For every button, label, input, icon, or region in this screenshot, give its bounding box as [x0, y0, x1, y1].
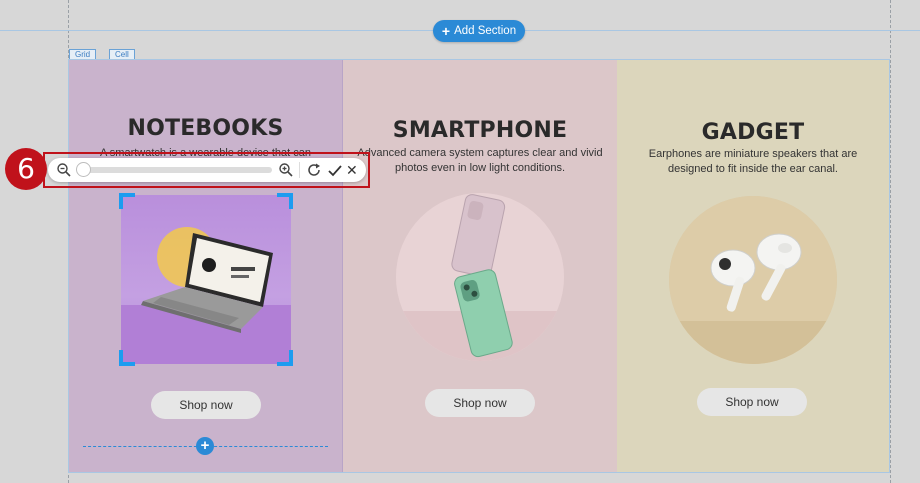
guide-right	[890, 0, 891, 483]
column-gadget[interactable]: GADGET Earphones are miniature speakers …	[617, 60, 889, 472]
description-smartphone: Advanced camera system captures clear an…	[357, 147, 603, 174]
annotation-highlight	[43, 152, 370, 188]
earphones-image[interactable]	[669, 196, 837, 364]
heading-smartphone: SMARTPHONE	[392, 118, 568, 143]
crop-handle-bottom-right[interactable]	[277, 350, 293, 366]
smartphone-image[interactable]	[396, 193, 564, 361]
shop-now-button-smartphone[interactable]: Shop now	[425, 389, 535, 417]
add-row-button[interactable]: +	[196, 437, 214, 455]
step-number-badge: 6	[5, 148, 47, 190]
crop-handle-bottom-left[interactable]	[119, 350, 135, 366]
add-section-button[interactable]: + Add Section	[433, 20, 525, 42]
earphones-illustration	[669, 196, 837, 364]
shop-now-button-gadget[interactable]: Shop now	[697, 388, 807, 416]
heading-notebooks: NOTEBOOKS	[127, 116, 284, 141]
heading-gadget: GADGET	[701, 120, 805, 145]
product-section[interactable]: NOTEBOOKS A smartwatch is a wearable dev…	[68, 59, 890, 473]
column-notebooks[interactable]: NOTEBOOKS A smartwatch is a wearable dev…	[69, 60, 343, 472]
description-gadget: Earphones are miniature speakers that ar…	[648, 148, 858, 175]
laptop-image	[121, 227, 291, 364]
crop-handle-top-right[interactable]	[277, 193, 293, 209]
crop-handle-top-left[interactable]	[119, 193, 135, 209]
smartphone-illustration	[396, 193, 564, 361]
add-section-label: Add Section	[454, 25, 517, 37]
plus-icon: +	[441, 23, 451, 39]
column-smartphone[interactable]: SMARTPHONE Advanced camera system captur…	[343, 60, 617, 472]
selected-image-notebook[interactable]	[119, 193, 293, 366]
shop-now-button-notebooks[interactable]: Shop now	[151, 391, 261, 419]
